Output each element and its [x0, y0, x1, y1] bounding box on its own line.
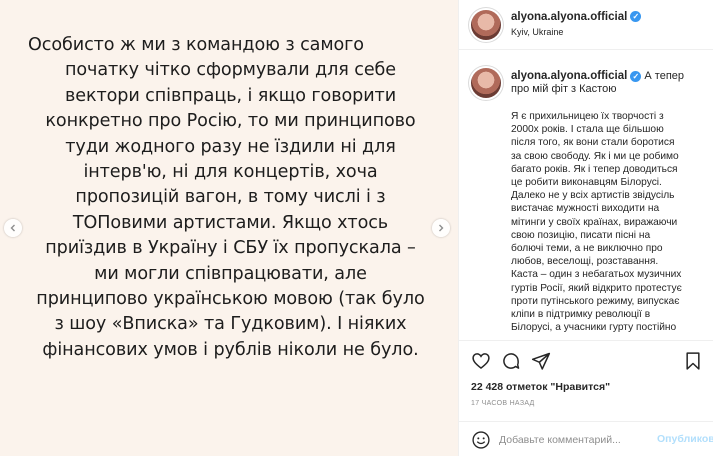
avatar[interactable]: [471, 10, 501, 40]
verified-badge-icon: ✓: [630, 11, 642, 23]
caption-avatar[interactable]: [471, 68, 501, 98]
caption-line: це робити виконавцям Білорусі.: [511, 177, 662, 189]
comment-icon: [503, 353, 520, 369]
next-slide-button[interactable]: [432, 219, 450, 237]
header-username-link[interactable]: alyona.alyona.official ✓: [511, 11, 642, 23]
caption-body: Я є прихильницею їх творчості з 2000х ро…: [511, 110, 701, 334]
post-image-line: приїздив в Україну і СБУ їх пропускала –: [45, 238, 416, 259]
post-header: alyona.alyona.official ✓ Kyiv, Ukraine: [459, 0, 713, 50]
post-image-slide[interactable]: Особисто ж ми з командою з самого початк…: [0, 0, 458, 456]
caption-line: після того, як вони стали боротися: [511, 137, 675, 149]
caption-line: свою позицію, писати пісні на: [511, 229, 651, 241]
likes-count[interactable]: 22 428 отметок "Нравится": [471, 381, 610, 393]
post-image-line: принципово українською мовою (так було: [36, 289, 425, 310]
caption-line: 2000х років. І стала ще більшою: [511, 124, 664, 136]
post-actions: 22 428 отметок "Нравится" 17 ЧАСОВ НАЗАД…: [459, 340, 713, 456]
caption-line: Далеко не у всіх артистів звідусіль: [511, 190, 675, 202]
post-image-line: туди жодного разу не їздили ні для: [65, 136, 396, 157]
caption-line: багато років. Як і тепер доводиться: [511, 163, 678, 175]
post-details-panel: alyona.alyona.official ✓ Kyiv, Ukraine al…: [458, 0, 713, 456]
heart-icon: [472, 353, 490, 370]
chevron-left-icon: [10, 224, 15, 232]
caption-line: Я є прихильницею їх творчості з: [511, 111, 664, 122]
caption-line: мітинги у своїх країнах, виражаючи: [511, 216, 678, 228]
caption-line: вистачає мужності виходити на: [511, 203, 660, 215]
comment-button[interactable]: [501, 351, 521, 371]
share-button[interactable]: [531, 351, 551, 371]
post-image-line: конкретно про Росію, то ми принципово: [45, 111, 416, 132]
caption-area[interactable]: alyona.alyona.official ✓ А тепер про мій …: [459, 50, 713, 340]
caption-line: Білорусі, а учасники гурту постійно: [511, 322, 677, 334]
caption-line: любов, веселощі, розставання.: [511, 256, 659, 268]
publish-button[interactable]: Опубликовать: [657, 433, 713, 445]
caption-header: alyona.alyona.official ✓ А тепер про мій …: [511, 70, 701, 96]
caption-line: Каста – один з небагатьох музичних: [511, 269, 682, 281]
post-image-line: інтерв'ю, ні для концертів, хоча: [83, 162, 378, 183]
caption-line: гуртів Росії, який відкрито протестує: [511, 282, 682, 294]
share-icon: [531, 352, 551, 370]
comment-input[interactable]: [499, 432, 649, 448]
post-image-line: початку чітко сформували для себе: [64, 60, 397, 81]
post-image-line: пропозицій вагон, в тому числі і з: [75, 187, 386, 208]
caption-line: за свою свободу. Як і ми це робимо: [511, 150, 679, 162]
emoji-button[interactable]: [471, 430, 491, 450]
post-image-line: Особисто ж ми з командою з самого: [28, 35, 364, 55]
location-link[interactable]: Kyiv, Ukraine: [511, 27, 563, 37]
caption-line: кліпи в підтримку революції в: [511, 309, 651, 321]
caption-line: проти путінського режиму, випускає: [511, 295, 680, 307]
post-timestamp[interactable]: 17 ЧАСОВ НАЗАД: [471, 400, 535, 407]
post-image-line: вектори співпраць, і якщо говорити: [64, 85, 397, 106]
post-image-line: фінансових умов і рублів ніколи не було.: [42, 339, 419, 360]
username-text: alyona.alyona.official: [511, 11, 628, 23]
bookmark-icon: [686, 352, 700, 370]
post-image-line: ТОПовими артистами. Якщо хтось: [72, 212, 389, 233]
caption-line: болючі теми, а не виключно про: [511, 243, 663, 255]
caption-username-link[interactable]: alyona.alyona.official: [511, 70, 627, 82]
post-image-line: ми могли співпрацювати, але: [94, 263, 367, 284]
chevron-right-icon: [439, 224, 444, 232]
verified-badge-icon: ✓: [630, 70, 642, 82]
comment-form: Опубликовать: [459, 421, 713, 457]
like-button[interactable]: [471, 351, 491, 371]
post-image-line: з шоу «Вписка» та Гудковим). І ніяких: [54, 314, 407, 335]
save-button[interactable]: [683, 351, 703, 371]
previous-slide-button[interactable]: [4, 219, 22, 237]
post-image-text: Особисто ж ми з командою з самого початк…: [28, 33, 433, 363]
emoji-icon: [472, 431, 490, 449]
